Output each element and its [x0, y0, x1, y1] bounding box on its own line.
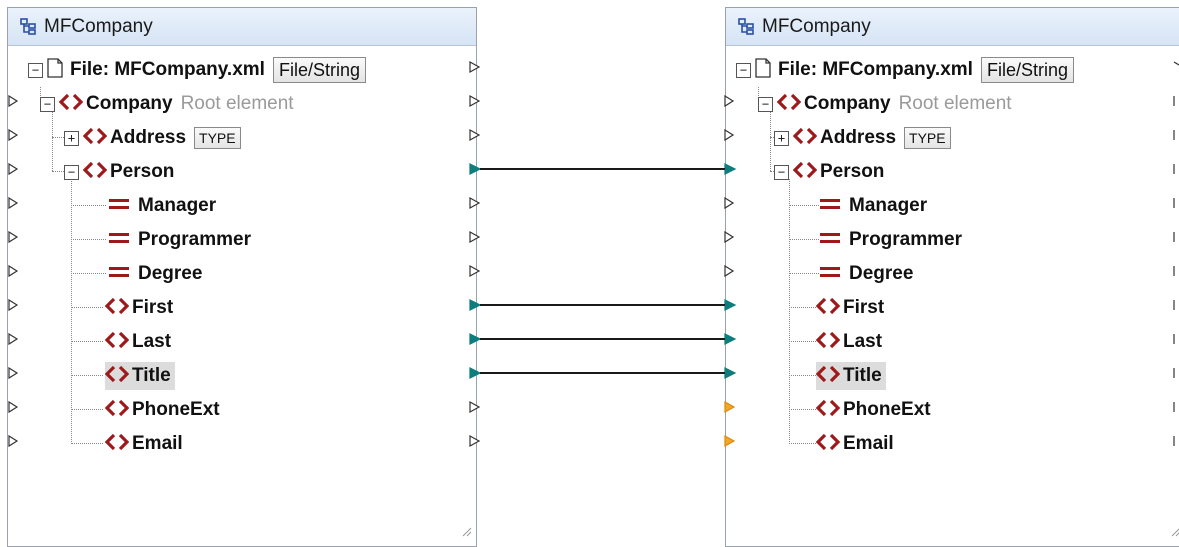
input-connector[interactable]	[8, 230, 19, 244]
output-connector[interactable]	[469, 333, 482, 345]
input-connector[interactable]	[724, 128, 735, 142]
output-connectors-left	[469, 60, 482, 448]
output-connector[interactable]	[469, 163, 482, 175]
output-connector[interactable]	[1173, 61, 1179, 66]
input-connector[interactable]	[8, 400, 19, 414]
input-connector[interactable]	[724, 434, 736, 448]
input-connector[interactable]	[724, 230, 735, 244]
mapping-canvas	[8, 60, 1179, 448]
input-connector[interactable]	[724, 163, 737, 175]
input-connector[interactable]	[724, 94, 735, 108]
output-connector[interactable]	[469, 230, 481, 244]
output-connectors-right	[1173, 61, 1179, 446]
output-connector[interactable]	[469, 264, 481, 278]
input-connector[interactable]	[8, 128, 19, 142]
input-connector[interactable]	[8, 332, 19, 346]
output-connector[interactable]	[469, 299, 482, 311]
output-connector[interactable]	[469, 367, 482, 379]
output-connector[interactable]	[469, 400, 481, 414]
input-connectors-right	[724, 94, 737, 448]
input-connector[interactable]	[8, 298, 19, 312]
output-connector[interactable]	[469, 94, 481, 108]
input-connector[interactable]	[724, 400, 736, 414]
input-connector[interactable]	[8, 434, 19, 448]
input-connector[interactable]	[724, 333, 737, 345]
output-connector[interactable]	[469, 60, 481, 74]
input-connector[interactable]	[724, 196, 735, 210]
input-connector[interactable]	[724, 299, 737, 311]
output-connector[interactable]	[469, 434, 481, 448]
input-connector[interactable]	[8, 196, 19, 210]
input-connector[interactable]	[724, 367, 737, 379]
input-connector[interactable]	[8, 366, 19, 380]
input-connector[interactable]	[724, 264, 735, 278]
input-connector[interactable]	[8, 264, 19, 278]
input-connector[interactable]	[8, 162, 19, 176]
output-connector[interactable]	[469, 196, 481, 210]
input-connectors-left	[8, 94, 19, 448]
input-connector[interactable]	[8, 94, 19, 108]
output-connector[interactable]	[469, 128, 481, 142]
